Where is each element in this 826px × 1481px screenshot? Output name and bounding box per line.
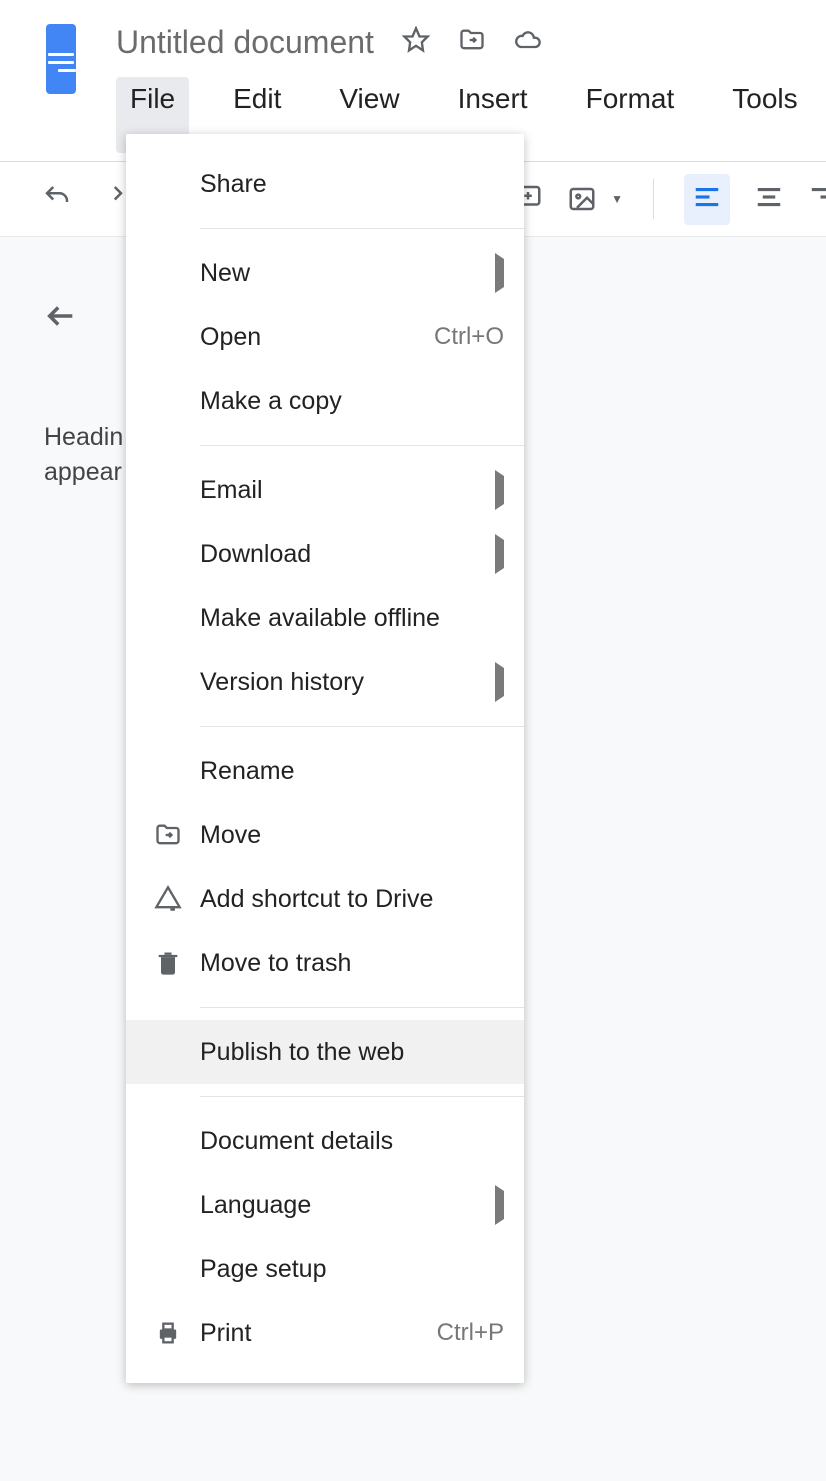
align-center-button[interactable] [754,182,784,217]
align-right-button[interactable] [808,182,826,217]
menu-move[interactable]: Move [126,803,524,867]
menu-open[interactable]: OpenCtrl+O [126,305,524,369]
insert-image-button[interactable]: ▼ [567,184,623,214]
file-menu-dropdown: Share New OpenCtrl+O Make a copy Email D… [126,134,524,1383]
menu-offline[interactable]: Make available offline [126,586,524,650]
menu-format[interactable]: Format [572,77,689,153]
menu-email[interactable]: Email [126,458,524,522]
menu-document-details[interactable]: Document details [126,1109,524,1173]
folder-move-icon [154,821,182,849]
menu-language[interactable]: Language [126,1173,524,1237]
redo-button[interactable] [96,182,126,217]
align-left-button[interactable] [684,174,730,225]
menu-download[interactable]: Download [126,522,524,586]
trash-icon [154,949,182,977]
menu-new[interactable]: New [126,241,524,305]
menu-share[interactable]: Share [126,152,524,216]
print-icon [154,1319,182,1347]
menu-move-trash[interactable]: Move to trash [126,931,524,995]
cloud-status-icon[interactable] [514,26,542,59]
menu-version-history[interactable]: Version history [126,650,524,714]
menu-rename[interactable]: Rename [126,739,524,803]
menu-make-copy[interactable]: Make a copy [126,369,524,433]
move-folder-icon[interactable] [458,26,486,59]
star-icon[interactable] [402,26,430,59]
menu-print[interactable]: PrintCtrl+P [126,1301,524,1365]
docs-logo-icon[interactable] [46,24,76,94]
header: Untitled document File Edit View Insert … [0,0,826,153]
menu-add-shortcut[interactable]: Add shortcut to Drive [126,867,524,931]
menu-tools[interactable]: Tools [718,77,811,153]
back-arrow-icon[interactable] [44,320,78,337]
menu-publish-web[interactable]: Publish to the web [126,1020,524,1084]
undo-button[interactable] [42,182,72,217]
drive-shortcut-icon [154,885,182,913]
document-title[interactable]: Untitled document [116,24,374,61]
menu-page-setup[interactable]: Page setup [126,1237,524,1301]
